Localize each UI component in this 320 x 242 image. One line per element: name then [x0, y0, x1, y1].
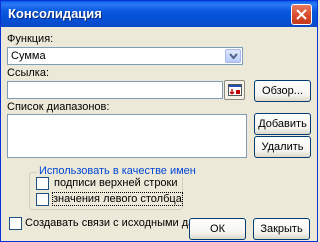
ranges-label: Список диапазонов: [7, 101, 110, 113]
window-title: Консолидация [8, 6, 102, 21]
left-column-label: значения левого столбца [52, 192, 183, 206]
function-selected-value: Сумма [11, 50, 46, 62]
function-label: Функция: [7, 33, 54, 45]
reference-label: Ссылка: [7, 67, 49, 79]
use-labels-title: Использовать в качестве имен [37, 165, 198, 177]
ranges-list[interactable] [7, 114, 247, 158]
reference-input[interactable] [7, 81, 223, 99]
close-window-button[interactable] [291, 4, 312, 25]
collapse-dialog-button[interactable] [224, 80, 245, 100]
left-column-checkbox[interactable] [36, 193, 49, 206]
close-button[interactable]: Закрыть [253, 218, 310, 240]
add-button[interactable]: Добавить [254, 113, 311, 135]
consolidate-dialog: Консолидация Функция: Сумма Ссылка: Обзо… [0, 0, 318, 242]
function-select[interactable]: Сумма [7, 47, 243, 65]
dropdown-arrow-button[interactable] [225, 49, 241, 63]
create-links-checkbox[interactable] [9, 217, 22, 230]
top-row-checkbox[interactable] [36, 177, 49, 190]
top-row-label: подписи верхней строки [54, 177, 178, 189]
delete-button[interactable]: Удалить [254, 136, 311, 158]
browse-button[interactable]: Обзор... [254, 80, 311, 102]
ok-button[interactable]: ОК [189, 218, 246, 240]
title-bar[interactable]: Консолидация [1, 1, 317, 27]
